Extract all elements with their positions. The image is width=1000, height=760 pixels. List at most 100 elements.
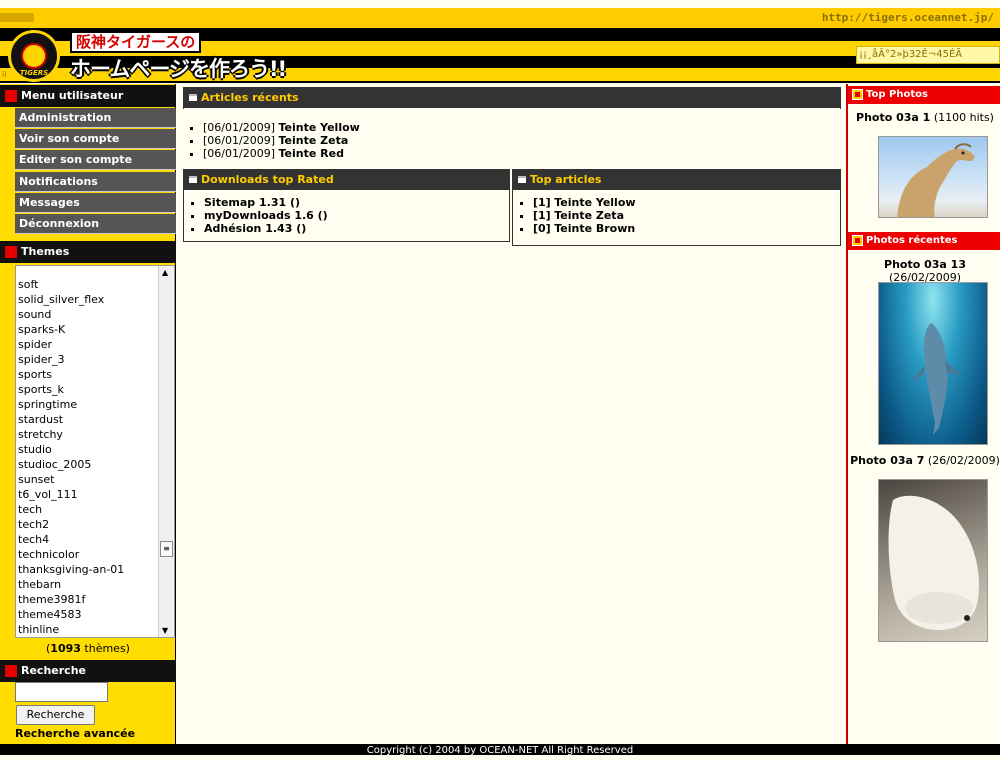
hanshin-tigers-logo[interactable]: TIGERS bbox=[8, 30, 60, 82]
theme-option[interactable]: theme3981f bbox=[16, 592, 159, 607]
block-header-icon bbox=[518, 176, 526, 183]
theme-select-list[interactable]: soft solid_silver_flex sound sparks-K spider… bbox=[15, 265, 175, 638]
polar-bear-image bbox=[888, 495, 979, 630]
theme-option[interactable]: tigers bbox=[16, 637, 159, 638]
themes-header: Themes bbox=[0, 241, 176, 263]
red-square-icon bbox=[5, 90, 17, 102]
theme-option[interactable]: sound bbox=[16, 307, 159, 322]
site-title-line1: 阪神タイガースの bbox=[70, 31, 202, 53]
top-photos-header: Top Photos bbox=[848, 86, 1000, 104]
search-input[interactable] bbox=[15, 682, 108, 702]
scroll-down-arrow-icon[interactable]: ▼ bbox=[162, 626, 168, 635]
recent-photo-caption-2: Photo 03a 7 (26/02/2009) bbox=[850, 454, 1000, 467]
article-link[interactable]: Teinte Yellow bbox=[554, 196, 635, 209]
theme-count-value: 1093 bbox=[50, 642, 81, 655]
scroll-thumb[interactable]: ≡ bbox=[160, 541, 173, 557]
footer: Copyright (c) 2004 by OCEAN-NET All Righ… bbox=[0, 744, 1000, 756]
list-item: [1] Teinte Zeta bbox=[533, 209, 832, 222]
download-link[interactable]: Sitemap 1.31 bbox=[204, 196, 286, 209]
user-menu-title: Menu utilisateur bbox=[21, 89, 124, 102]
theme-option[interactable]: theme4583 bbox=[16, 607, 159, 622]
recent-articles-block: Articles récents bbox=[183, 87, 841, 109]
recent-photos-header: Photos récentes bbox=[848, 232, 1000, 250]
list-item: Sitemap 1.31 () bbox=[204, 196, 501, 209]
top-articles-title: Top articles bbox=[530, 173, 602, 186]
header-text-field[interactable]: ¡¡¸åÂ°2»þ32Ê¬45ÉÃ bbox=[856, 46, 1000, 64]
theme-option[interactable]: studioc_2005 bbox=[16, 457, 159, 472]
camel-photo[interactable] bbox=[878, 136, 988, 218]
downloads-title: Downloads top Rated bbox=[201, 173, 334, 186]
block-header-icon bbox=[189, 176, 197, 183]
scroll-up-arrow-icon[interactable]: ▲ bbox=[162, 268, 168, 277]
red-square-icon bbox=[5, 665, 17, 677]
polar-bear-photo[interactable] bbox=[878, 479, 988, 642]
article-link[interactable]: Teinte Brown bbox=[554, 222, 635, 235]
user-menu: Administration Voir son compte Editer so… bbox=[15, 108, 176, 235]
header-corner-mark: ii bbox=[2, 70, 7, 79]
theme-option[interactable]: soft bbox=[16, 277, 159, 292]
theme-option[interactable]: springtime bbox=[16, 397, 159, 412]
photo-link[interactable]: Photo 03a 1 bbox=[856, 111, 930, 124]
theme-option[interactable]: thanksgiving-an-01 bbox=[16, 562, 159, 577]
photo-link[interactable]: Photo 03a 7 bbox=[850, 454, 924, 467]
theme-option[interactable]: t6_vol_111 bbox=[16, 487, 159, 502]
theme-option[interactable]: tech bbox=[16, 502, 159, 517]
theme-count: (1093 thèmes) bbox=[46, 642, 130, 655]
logo-text: TIGERS bbox=[19, 69, 49, 77]
theme-option[interactable]: spider_3 bbox=[16, 352, 159, 367]
theme-list-scrollbar[interactable]: ▲ ≡ ▼ bbox=[158, 266, 174, 637]
photo-link[interactable]: Photo 03a 13 bbox=[884, 258, 966, 271]
menu-item-editer-compte[interactable]: Editer son compte bbox=[15, 150, 176, 171]
top-bar: http://tigers.oceannet.jp/ bbox=[0, 8, 1000, 28]
menu-item-deconnexion[interactable]: Déconnexion bbox=[15, 213, 176, 234]
list-item: [1] Teinte Yellow bbox=[533, 196, 832, 209]
theme-option[interactable]: tech4 bbox=[16, 532, 159, 547]
block-header-icon bbox=[189, 94, 197, 101]
search-button[interactable]: Recherche bbox=[16, 705, 95, 725]
list-item: myDownloads 1.6 () bbox=[204, 209, 501, 222]
user-menu-header: Menu utilisateur bbox=[0, 85, 176, 107]
top-photos-title: Top Photos bbox=[866, 89, 928, 100]
recent-articles-list: [06/01/2009] Teinte Yellow [06/01/2009] … bbox=[183, 115, 841, 160]
advanced-search-link[interactable]: Recherche avancée bbox=[15, 727, 135, 740]
menu-item-messages[interactable]: Messages bbox=[15, 192, 176, 213]
left-sidebar: Menu utilisateur Administration Voir son… bbox=[0, 84, 176, 744]
menu-item-notifications[interactable]: Notifications bbox=[15, 171, 176, 192]
theme-option[interactable]: stretchy bbox=[16, 427, 159, 442]
search-header: Recherche bbox=[0, 660, 176, 682]
site-url[interactable]: http://tigers.oceannet.jp/ bbox=[822, 11, 994, 24]
photo-icon bbox=[852, 89, 863, 100]
download-link[interactable]: Adhésion 1.43 bbox=[204, 222, 292, 235]
theme-option[interactable]: studio bbox=[16, 442, 159, 457]
copyright-text: Copyright (c) 2004 by OCEAN-NET All Righ… bbox=[366, 745, 634, 756]
theme-option[interactable]: solid_silver_flex bbox=[16, 292, 159, 307]
site-title: 阪神タイガースの ホームページを作ろう!! bbox=[70, 31, 320, 82]
article-link[interactable]: Teinte Yellow bbox=[278, 121, 359, 134]
dolphin-photo[interactable] bbox=[878, 282, 988, 445]
article-link[interactable]: Teinte Zeta bbox=[278, 134, 348, 147]
red-square-icon bbox=[5, 246, 17, 258]
theme-option[interactable]: sports_k bbox=[16, 382, 159, 397]
theme-option[interactable]: tech2 bbox=[16, 517, 159, 532]
download-link[interactable]: myDownloads 1.6 bbox=[204, 209, 314, 222]
menu-item-voir-compte[interactable]: Voir son compte bbox=[15, 129, 176, 150]
top-photo-caption: Photo 03a 1 (1100 hits) bbox=[856, 111, 994, 124]
theme-option[interactable]: technicolor bbox=[16, 547, 159, 562]
article-link[interactable]: Teinte Red bbox=[278, 147, 343, 160]
article-link[interactable]: Teinte Zeta bbox=[554, 209, 624, 222]
theme-option[interactable]: sunset bbox=[16, 472, 159, 487]
menu-item-administration[interactable]: Administration bbox=[15, 108, 176, 128]
theme-option[interactable]: thebarn bbox=[16, 577, 159, 592]
theme-options: soft solid_silver_flex sound sparks-K spider… bbox=[16, 271, 159, 638]
downloads-block: Downloads top Rated Sitemap 1.31 () myDo… bbox=[183, 169, 510, 242]
theme-option[interactable]: stardust bbox=[16, 412, 159, 427]
list-item: Adhésion 1.43 () bbox=[204, 222, 501, 235]
tiger-emblem-icon bbox=[21, 43, 47, 69]
list-item: [06/01/2009] Teinte Zeta bbox=[203, 134, 833, 147]
theme-option[interactable]: sparks-K bbox=[16, 322, 159, 337]
recent-articles-title: Articles récents bbox=[201, 91, 299, 104]
theme-option[interactable]: sports bbox=[16, 367, 159, 382]
recent-photos-title: Photos récentes bbox=[866, 235, 958, 246]
theme-option[interactable]: spider bbox=[16, 337, 159, 352]
theme-option[interactable]: thinline bbox=[16, 622, 159, 637]
